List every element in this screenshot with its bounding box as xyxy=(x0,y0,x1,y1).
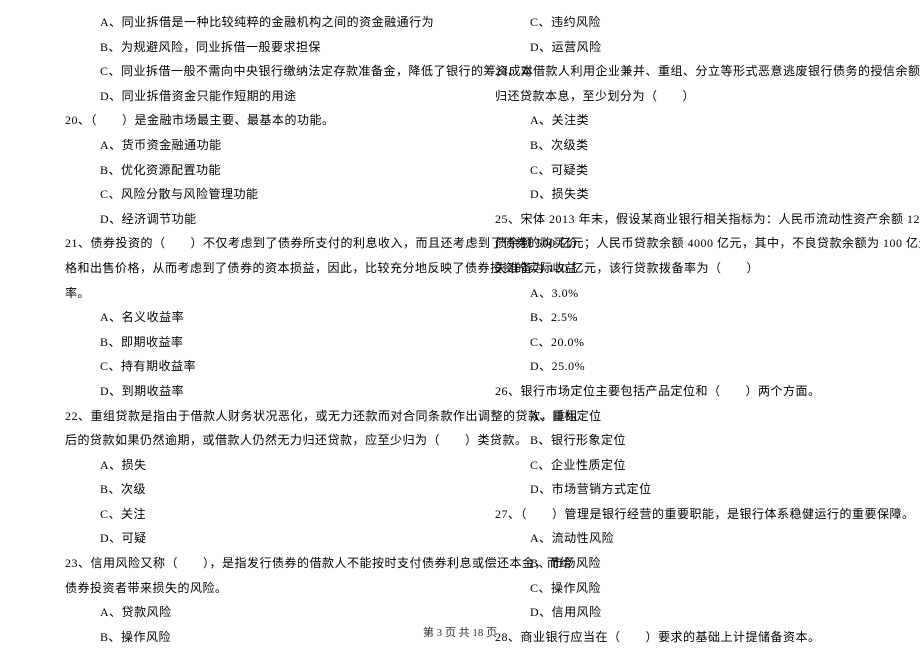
q24-stem-l2: 归还贷款本息，至少划分为（ ） xyxy=(475,84,875,109)
q25-stem-l1: 25、宋体 2013 年末，假设某商业银行相关指标为：人民币流动性资产余额 12… xyxy=(475,207,875,232)
q23-stem-l1: 23、信用风险又称（ ），是指发行债券的借款人不能按时支付债券利息或偿还本金，而… xyxy=(45,551,445,576)
q26-option-d: D、市场营销方式定位 xyxy=(475,477,875,502)
q21-option-c: C、持有期收益率 xyxy=(45,354,445,379)
q26-option-a: A、目标定位 xyxy=(475,404,875,429)
q22-option-a: A、损失 xyxy=(45,453,445,478)
page-body: A、同业拆借是一种比较纯粹的金融机构之间的资金融通行为 B、为规避风险，同业拆借… xyxy=(0,0,920,620)
q19-option-a: A、同业拆借是一种比较纯粹的金融机构之间的资金融通行为 xyxy=(45,10,445,35)
q21-stem-l2: 格和出售价格，从而考虑到了债券的资本损益，因此，比较充分地反映了债券投资的实际收… xyxy=(45,256,445,281)
q23-option-a: A、贷款风险 xyxy=(45,600,445,625)
q19-option-b: B、为规避风险，同业拆借一般要求担保 xyxy=(45,35,445,60)
q23-option-c: C、违约风险 xyxy=(475,10,875,35)
q22-option-d: D、可疑 xyxy=(45,526,445,551)
q26-option-c: C、企业性质定位 xyxy=(475,453,875,478)
q21-stem-l1: 21、债券投资的（ ）不仅考虑到了债券所支付的利息收入，而且还考虑到了债券的购买… xyxy=(45,231,445,256)
q28-stem: 28、商业银行应当在（ ）要求的基础上计提储备资本。 xyxy=(475,625,875,650)
q20-option-d: D、经济调节功能 xyxy=(45,207,445,232)
q25-option-b: B、2.5% xyxy=(475,305,875,330)
q23-option-b: B、操作风险 xyxy=(45,625,445,650)
q21-option-d: D、到期收益率 xyxy=(45,379,445,404)
q22-option-b: B、次级 xyxy=(45,477,445,502)
q24-option-b: B、次级类 xyxy=(475,133,875,158)
q20-stem: 20、（ ）是金融市场最主要、最基本的功能。 xyxy=(45,108,445,133)
q24-option-c: C、可疑类 xyxy=(475,158,875,183)
q23-option-d: D、运营风险 xyxy=(475,35,875,60)
q24-option-a: A、关注类 xyxy=(475,108,875,133)
q25-stem-l2: 债余额 500 亿元；人民币贷款余额 4000 亿元，其中，不良贷款余额为 10… xyxy=(475,231,875,256)
q20-option-a: A、货币资金融通功能 xyxy=(45,133,445,158)
q24-option-d: D、损失类 xyxy=(475,182,875,207)
q26-stem: 26、银行市场定位主要包括产品定位和（ ）两个方面。 xyxy=(475,379,875,404)
q27-stem: 27、（ ）管理是银行经营的重要职能，是银行体系稳健运行的重要保障。 xyxy=(475,502,875,527)
q19-option-c: C、同业拆借一般不需向中央银行缴纳法定存款准备金，降低了银行的筹资成本 xyxy=(45,59,445,84)
q25-stem-l3: 失准备为 120 亿元，该行贷款拨备率为（ ） xyxy=(475,256,875,281)
q19-option-d: D、同业拆借资金只能作短期的用途 xyxy=(45,84,445,109)
q25-option-a: A、3.0% xyxy=(475,281,875,306)
right-column: C、违约风险 D、运营风险 24、对借款人利用企业兼并、重组、分立等形式恶意逃废… xyxy=(460,10,890,620)
q27-option-d: D、信用风险 xyxy=(475,600,875,625)
q27-option-c: C、操作风险 xyxy=(475,576,875,601)
q24-stem-l1: 24、对借款人利用企业兼并、重组、分立等形式恶意逃废银行债务的授信余额，如没有逾… xyxy=(475,59,875,84)
q21-option-b: B、即期收益率 xyxy=(45,330,445,355)
q22-option-c: C、关注 xyxy=(45,502,445,527)
q27-option-a: A、流动性风险 xyxy=(475,526,875,551)
q27-option-b: B、市场风险 xyxy=(475,551,875,576)
q25-option-d: D、25.0% xyxy=(475,354,875,379)
q22-stem-l1: 22、重组贷款是指由于借款人财务状况恶化，或无力还款而对合同条款作出调整的贷款，… xyxy=(45,404,445,429)
q26-option-b: B、银行形象定位 xyxy=(475,428,875,453)
q20-option-c: C、风险分散与风险管理功能 xyxy=(45,182,445,207)
q22-stem-l2: 后的贷款如果仍然逾期，或借款人仍然无力归还贷款，应至少归为（ ）类贷款。 xyxy=(45,428,445,453)
q23-stem-l2: 债券投资者带来损失的风险。 xyxy=(45,576,445,601)
q25-option-c: C、20.0% xyxy=(475,330,875,355)
q20-option-b: B、优化资源配置功能 xyxy=(45,158,445,183)
left-column: A、同业拆借是一种比较纯粹的金融机构之间的资金融通行为 B、为规避风险，同业拆借… xyxy=(30,10,460,620)
q21-stem-l3: 率。 xyxy=(45,281,445,306)
q21-option-a: A、名义收益率 xyxy=(45,305,445,330)
